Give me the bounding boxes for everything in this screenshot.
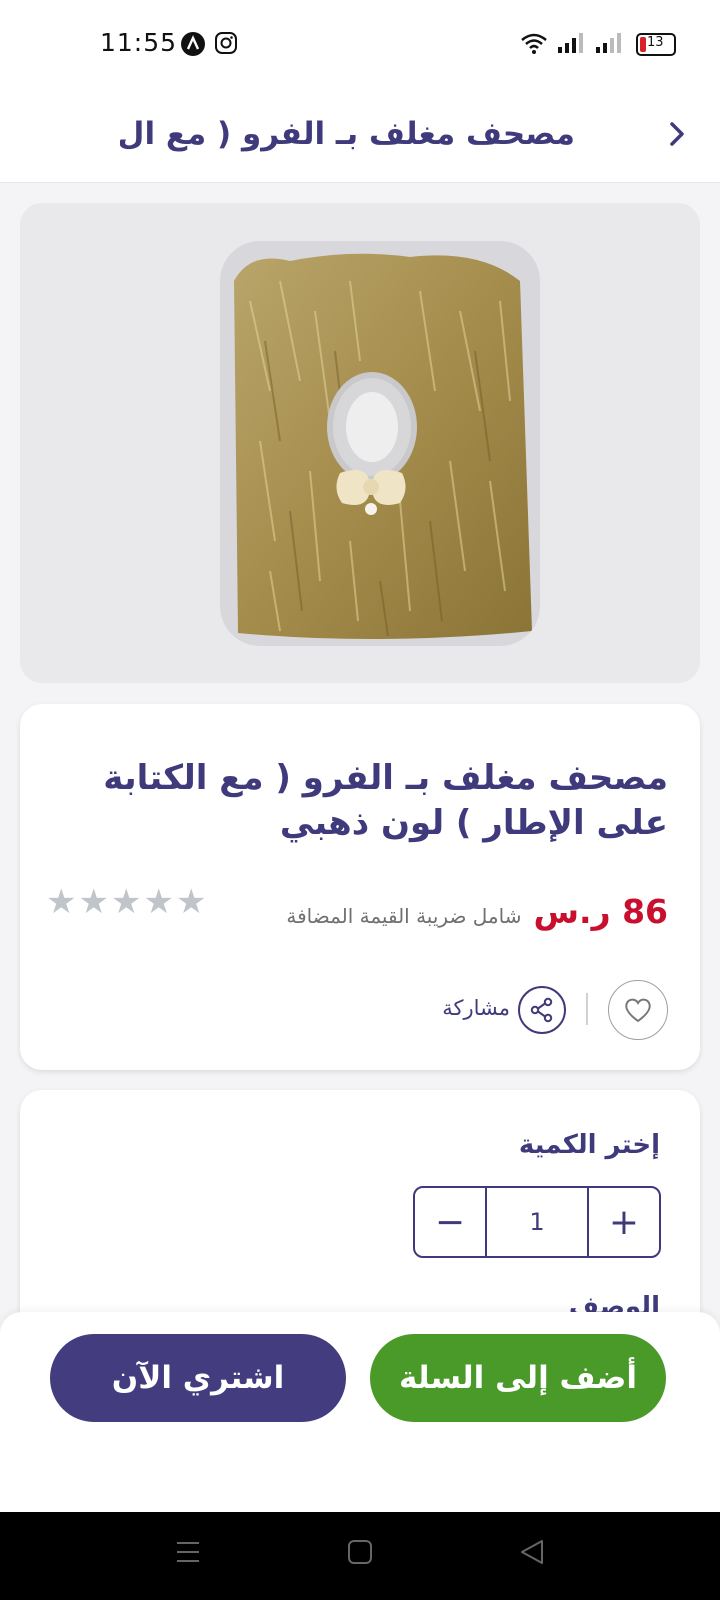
heart-icon xyxy=(625,998,651,1023)
product-image[interactable] xyxy=(220,241,540,646)
star-icon: ★ xyxy=(175,882,207,922)
bottom-action-bar: اشتري الآن أضف إلى السلة xyxy=(0,1312,720,1512)
status-bar: 11:55 13 xyxy=(0,0,720,92)
back-chevron-icon[interactable] xyxy=(658,114,698,154)
quantity-label: إختر الكمية xyxy=(518,1130,660,1160)
decrease-button[interactable]: − xyxy=(415,1188,485,1256)
star-icon: ★ xyxy=(78,882,109,922)
rating-stars: ★ ★ ★ ★ ★ xyxy=(46,882,206,922)
back-nav-icon[interactable] xyxy=(518,1538,546,1566)
system-nav-bar xyxy=(0,1512,720,1600)
share-label[interactable]: مشاركة xyxy=(442,996,510,1020)
price-row: 86 ر.س شامل ضريبة القيمة المضافة xyxy=(286,892,668,931)
signal-icon xyxy=(558,33,583,53)
top-header: مصحف مغلف بـ الفرو ( مع ال.. xyxy=(0,92,720,183)
star-icon: ★ xyxy=(110,882,142,922)
wifi-icon xyxy=(521,33,547,54)
recent-apps-icon[interactable] xyxy=(174,1538,202,1566)
product-image-card xyxy=(20,203,700,683)
signal-2-icon xyxy=(596,33,621,53)
app-notification-icon xyxy=(181,32,205,56)
star-icon: ★ xyxy=(46,882,77,922)
vat-note: شامل ضريبة القيمة المضافة xyxy=(286,904,522,928)
increase-button[interactable]: + xyxy=(589,1188,659,1256)
add-to-cart-button[interactable]: أضف إلى السلة xyxy=(370,1334,666,1422)
wishlist-button[interactable] xyxy=(608,980,668,1040)
quantity-value[interactable]: 1 xyxy=(485,1188,589,1256)
battery-icon: 13 xyxy=(636,33,676,56)
product-price: 86 ر.س xyxy=(533,892,669,931)
share-button[interactable] xyxy=(518,986,566,1034)
action-divider xyxy=(586,993,588,1025)
home-icon[interactable] xyxy=(346,1538,374,1566)
product-info-card: مصحف مغلف بـ الفرو ( مع الكتابة على الإط… xyxy=(20,704,700,1070)
clock: 11:55 xyxy=(100,28,178,57)
buy-now-button[interactable]: اشتري الآن xyxy=(50,1334,346,1422)
product-title: مصحف مغلف بـ الفرو ( مع الكتابة على الإط… xyxy=(103,758,668,843)
instagram-icon xyxy=(215,32,237,54)
quantity-stepper: − 1 + xyxy=(413,1186,661,1258)
share-icon xyxy=(530,997,553,1023)
battery-level: 13 xyxy=(647,35,664,50)
star-icon: ★ xyxy=(143,882,174,922)
page-title: مصحف مغلف بـ الفرو ( مع ال.. xyxy=(120,116,575,152)
